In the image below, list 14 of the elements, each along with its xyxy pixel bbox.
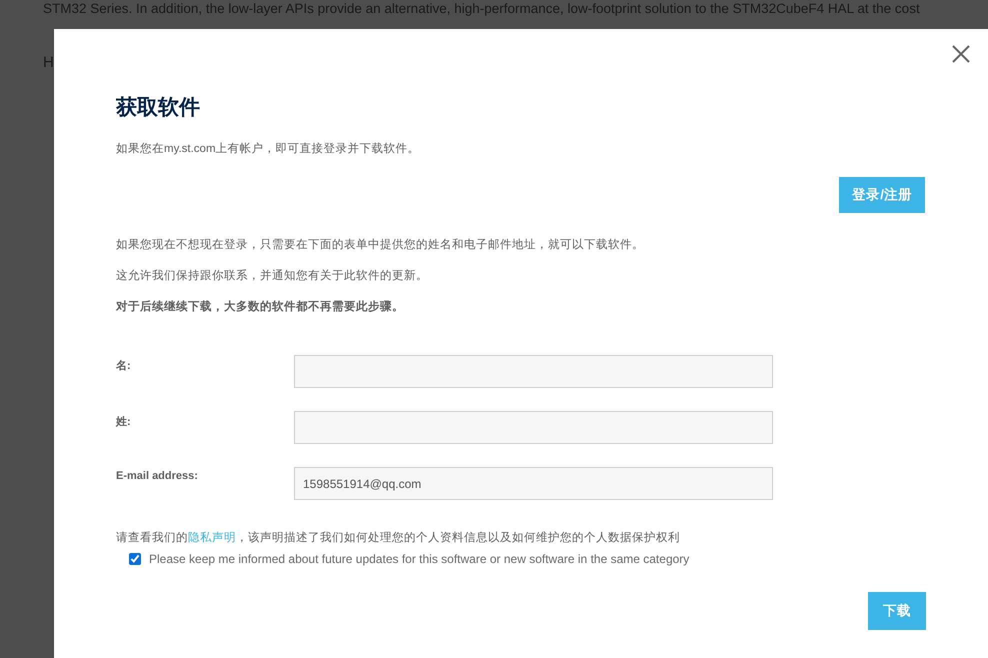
dialog-title: 获取软件 bbox=[116, 95, 201, 121]
note-text: 如果您现在不想现在登录，只需要在下面的表单中提供您的姓名和电子邮件地址，就可以下载软件。 bbox=[116, 238, 645, 253]
intro-text: 如果您在my.st.com上有帐户，即可直接登录并下载软件。 bbox=[116, 141, 421, 157]
field-label: 姓: bbox=[116, 415, 132, 429]
download-button[interactable]: 下载 bbox=[868, 592, 926, 630]
login-button[interactable]: 登录/注册 bbox=[839, 177, 925, 213]
input-field[interactable]: 1598551914@qq.com bbox=[294, 467, 773, 500]
privacy-text: 请查看我们的隐私声明，该声明描述了我们如何处理您的个人资料信息以及如何维护您的个人数据保护权利 bbox=[116, 530, 681, 546]
note-text: 对于后续继续下载，大多数的软件都不再需要此步骤。 bbox=[116, 299, 405, 315]
privacy-link[interactable]: 隐私声明 bbox=[188, 532, 236, 544]
field-label: E-mail address: bbox=[116, 469, 199, 482]
field-label: 名: bbox=[116, 358, 132, 373]
note-text: 这允许我们保持跟你联系，并通知您有关于此软件的更新。 bbox=[116, 268, 429, 284]
checkbox-label: Please keep me informed about future updates for this software or new software in the same category bbox=[149, 552, 690, 566]
